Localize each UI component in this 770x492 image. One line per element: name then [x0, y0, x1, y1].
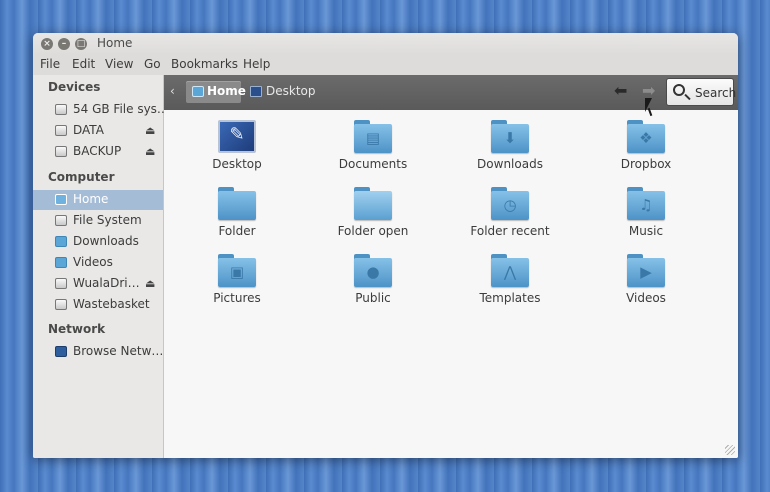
sidebar-item-wualadrive[interactable]: WualaDri… ⏏	[33, 274, 163, 294]
file-grid: ✎ Desktop ▤ Documents ⬇ Downloads ❖ Drop…	[164, 110, 738, 458]
sidebar-item-home[interactable]: Home	[33, 190, 163, 210]
breadcrumb-label: Desktop	[266, 84, 316, 98]
sidebar-item-54gb-filesystem[interactable]: 54 GB File sys…	[33, 100, 169, 120]
file-label: Folder	[218, 224, 256, 238]
desktop-icon	[250, 86, 262, 97]
sidebar-item-label: File System	[73, 213, 142, 227]
sidebar-item-data[interactable]: DATA ⏏	[33, 121, 163, 141]
sidebar-item-browse-network[interactable]: Browse Netw…	[33, 342, 163, 362]
mouse-cursor-icon	[645, 98, 658, 112]
home-folder-icon	[192, 86, 204, 97]
public-folder-icon: ●	[354, 254, 392, 287]
drive-icon	[55, 104, 67, 115]
sidebar-heading-computer: Computer	[48, 170, 115, 184]
sidebar-item-label: Home	[73, 192, 109, 206]
sidebar-item-downloads[interactable]: Downloads	[33, 232, 163, 252]
sidebar-item-videos[interactable]: Videos	[33, 253, 163, 273]
sidebar-item-file-system[interactable]: File System	[33, 211, 163, 231]
menu-view[interactable]: View	[105, 57, 133, 71]
videos-folder-icon	[55, 257, 67, 268]
sidebar-item-label: DATA	[73, 123, 104, 137]
music-folder-icon: ♫	[627, 187, 665, 220]
file-item-downloads[interactable]: ⬇ Downloads	[450, 115, 570, 177]
sidebar-item-label: Videos	[73, 255, 113, 269]
sidebar-item-label: Wastebasket	[73, 297, 150, 311]
title-bar[interactable]: × – □ Home	[33, 33, 738, 55]
file-item-documents[interactable]: ▤ Documents	[313, 115, 433, 177]
templates-folder-icon: ⋀	[491, 254, 529, 287]
drive-icon	[55, 278, 67, 289]
trash-icon	[55, 299, 67, 310]
file-item-public[interactable]: ● Public	[313, 249, 433, 311]
sidebar-item-label: Downloads	[73, 234, 139, 248]
close-window-button[interactable]: ×	[41, 38, 53, 50]
sidebar-heading-network: Network	[48, 322, 106, 336]
sidebar-item-label: WualaDri…	[73, 276, 140, 290]
file-item-folder-recent[interactable]: ◷ Folder recent	[450, 182, 570, 244]
menu-file[interactable]: File	[40, 57, 60, 71]
eject-icon[interactable]: ⏏	[145, 124, 155, 137]
sidebar: Devices 54 GB File sys… DATA ⏏ BACKUP ⏏ …	[33, 75, 169, 458]
menu-edit[interactable]: Edit	[72, 57, 95, 71]
file-label: Folder open	[337, 224, 409, 238]
breadcrumb-home[interactable]: Home	[186, 81, 246, 103]
eject-icon[interactable]: ⏏	[145, 277, 155, 290]
file-label: Public	[355, 291, 391, 305]
drive-icon	[55, 146, 67, 157]
resize-grip[interactable]	[725, 445, 735, 455]
file-item-videos[interactable]: ▶ Videos	[586, 249, 706, 311]
file-label: Templates	[479, 291, 541, 305]
sidebar-item-label: BACKUP	[73, 144, 122, 158]
sidebar-item-wastebasket[interactable]: Wastebasket	[33, 295, 163, 315]
file-label: Folder recent	[470, 224, 550, 238]
documents-folder-icon: ▤	[354, 120, 392, 153]
home-folder-icon	[55, 194, 67, 205]
desktop-icon: ✎	[218, 120, 256, 153]
sidebar-item-label: 54 GB File sys…	[73, 102, 169, 116]
folder-open-icon	[354, 187, 392, 220]
menu-bar: File Edit View Go Bookmarks Help	[33, 55, 738, 75]
sidebar-item-backup[interactable]: BACKUP ⏏	[33, 142, 163, 162]
menu-bookmarks[interactable]: Bookmarks	[171, 57, 238, 71]
downloads-folder-icon: ⬇	[491, 120, 529, 153]
back-arrow-icon[interactable]: ⬅	[614, 82, 627, 100]
network-icon	[55, 346, 67, 357]
minimize-window-button[interactable]: –	[58, 38, 70, 50]
search-label: Search	[695, 86, 737, 100]
search-icon	[673, 84, 685, 96]
menu-help[interactable]: Help	[243, 57, 270, 71]
file-label: Dropbox	[620, 157, 672, 171]
file-label: Desktop	[212, 157, 262, 171]
sidebar-heading-devices: Devices	[48, 80, 101, 94]
folder-recent-icon: ◷	[491, 187, 529, 220]
pictures-folder-icon: ▣	[218, 254, 256, 287]
file-label: Music	[628, 224, 664, 238]
file-label: Videos	[626, 291, 666, 305]
sidebar-item-label: Browse Netw…	[73, 344, 164, 358]
dropbox-folder-icon: ❖	[627, 120, 665, 153]
search-button[interactable]: Search	[666, 78, 737, 106]
breadcrumb-scroll-left-button[interactable]: ‹	[170, 84, 175, 98]
file-label: Pictures	[213, 291, 261, 305]
file-item-templates[interactable]: ⋀ Templates	[450, 249, 570, 311]
file-manager-window: × – □ Home File Edit View Go Bookmarks H…	[33, 33, 738, 458]
file-label: Documents	[338, 157, 408, 171]
breadcrumb-label: Home	[207, 84, 246, 98]
file-item-desktop[interactable]: ✎ Desktop	[177, 115, 297, 177]
drive-icon	[55, 215, 67, 226]
file-item-folder-open[interactable]: Folder open	[313, 182, 433, 244]
downloads-folder-icon	[55, 236, 67, 247]
maximize-window-button[interactable]: □	[75, 38, 87, 50]
videos-folder-icon: ▶	[627, 254, 665, 287]
drive-icon	[55, 125, 67, 136]
file-item-folder[interactable]: Folder	[177, 182, 297, 244]
window-title: Home	[97, 36, 133, 50]
eject-icon[interactable]: ⏏	[145, 145, 155, 158]
file-label: Downloads	[477, 157, 543, 171]
folder-icon	[218, 187, 256, 220]
file-item-pictures[interactable]: ▣ Pictures	[177, 249, 297, 311]
file-item-dropbox[interactable]: ❖ Dropbox	[586, 115, 706, 177]
file-item-music[interactable]: ♫ Music	[586, 182, 706, 244]
menu-go[interactable]: Go	[144, 57, 161, 71]
